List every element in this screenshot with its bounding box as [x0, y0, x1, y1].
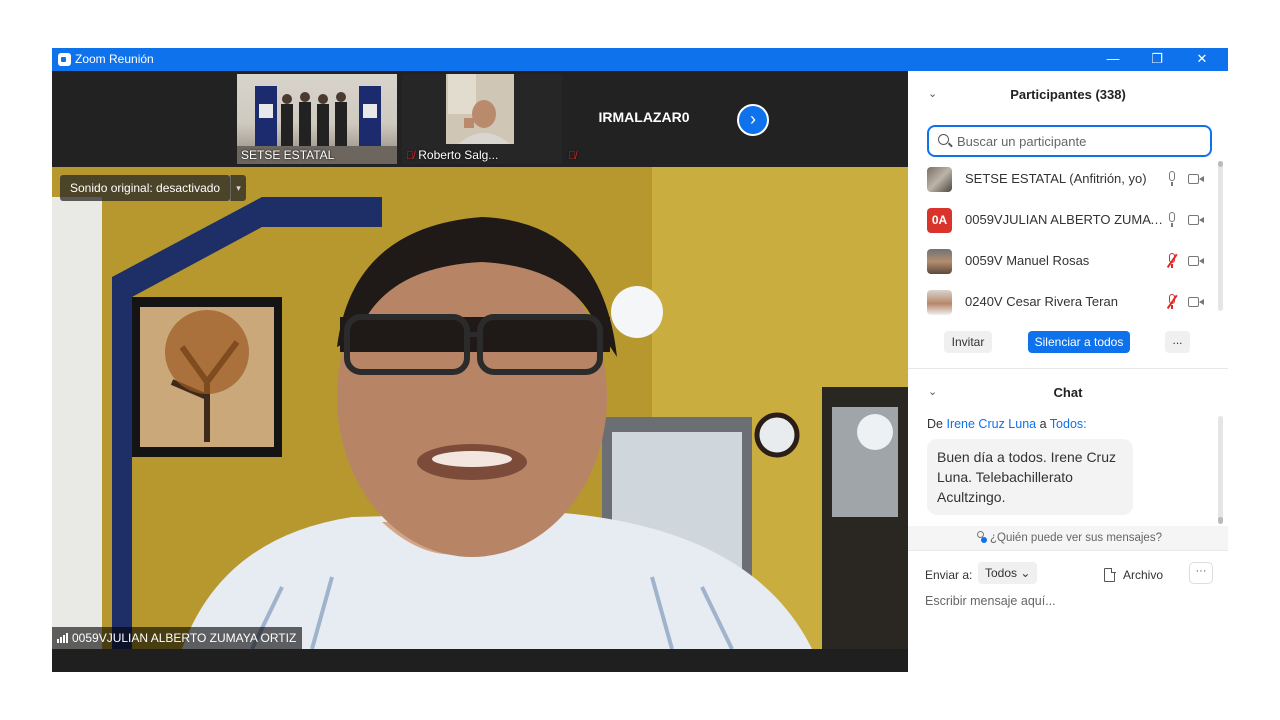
- divider: [908, 368, 1228, 369]
- title-bar: Zoom Reunión — ❐ ✕: [52, 48, 1228, 71]
- participant-row[interactable]: 0059V Manuel Rosas: [908, 241, 1218, 282]
- avatar: [927, 290, 952, 315]
- chat-message-bubble: Buen día a todos. Irene Cruz Luna. Teleb…: [927, 439, 1133, 515]
- tile-name: SETSE ESTATAL: [241, 148, 335, 162]
- participant-name: 0059VJULIAN ALBERTO ZUMAYA...: [965, 212, 1165, 227]
- video-camera-icon[interactable]: [1188, 296, 1204, 308]
- from-prefix: De: [927, 417, 943, 431]
- participant-search-input[interactable]: [955, 131, 1205, 151]
- original-sound-toggle[interactable]: Sonido original: desactivado: [60, 175, 231, 201]
- who-can-see-label: ¿Quién puede ver sus mensajes?: [990, 532, 1162, 544]
- muted-mic-icon: 🎙̸: [568, 150, 577, 162]
- participants-scrollbar[interactable]: [1218, 161, 1223, 311]
- file-icon: [1104, 567, 1116, 582]
- speaker-photo: [52, 167, 908, 649]
- muted-mic-icon: 🎙̸: [406, 150, 415, 162]
- recipient-name[interactable]: Todos: [1050, 417, 1083, 431]
- search-icon: [938, 134, 949, 145]
- zoom-window: Zoom Reunión — ❐ ✕ SETSE ESTATAL 🎙̸ Robe…: [52, 48, 1228, 672]
- video-footer: [52, 649, 908, 672]
- participant-search[interactable]: [927, 125, 1212, 157]
- original-sound-dropdown[interactable]: ▾: [230, 175, 246, 201]
- divider: [908, 550, 1228, 551]
- avatar: [927, 167, 952, 192]
- video-tile-roberto[interactable]: 🎙̸ Roberto Salg...: [402, 74, 562, 164]
- avatar-initials: 0A: [927, 208, 952, 233]
- video-tile-irmalazar[interactable]: IRMALAZAR0 🎙̸: [564, 74, 724, 164]
- tile-mute-row: 🎙̸: [568, 148, 580, 162]
- next-page-button[interactable]: ›: [737, 104, 769, 136]
- chat-message-input[interactable]: [923, 590, 1213, 612]
- close-button[interactable]: ✕: [1179, 48, 1225, 71]
- chat-message-header: De Irene Cruz Luna a Todos:: [927, 417, 1087, 431]
- participant-name: SETSE ESTATAL (Anfitrión, yo): [965, 171, 1147, 186]
- participant-name: 0240V Cesar Rivera Teran: [965, 294, 1118, 309]
- mute-all-button[interactable]: Silenciar a todos: [1028, 331, 1130, 353]
- participant-row[interactable]: 0240V Cesar Rivera Teran: [908, 282, 1218, 323]
- chat-scrollbar[interactable]: [1218, 416, 1223, 524]
- muted-mic-icon[interactable]: [1166, 253, 1178, 269]
- participant-name: 0059V Manuel Rosas: [965, 253, 1090, 268]
- participants-title: Participantes (338): [1010, 87, 1126, 102]
- tile-name-row: 🎙̸ Roberto Salg...: [406, 148, 498, 162]
- sender-name[interactable]: Irene Cruz Luna: [946, 417, 1036, 431]
- from-mid: a: [1039, 417, 1047, 431]
- video-camera-icon[interactable]: [1188, 255, 1204, 267]
- video-tile-setse-estatal[interactable]: SETSE ESTATAL: [237, 74, 397, 164]
- video-area: SETSE ESTATAL 🎙̸ Roberto Salg... IRMALAZA…: [52, 71, 908, 672]
- zoom-app-icon: [58, 53, 71, 66]
- chat-title: Chat: [1053, 385, 1083, 400]
- send-to-label: Enviar a:: [925, 568, 973, 582]
- chat-more-button[interactable]: ···: [1189, 562, 1213, 584]
- restore-button[interactable]: ❐: [1134, 48, 1180, 71]
- gallery-strip: SETSE ESTATAL 🎙̸ Roberto Salg... IRMALAZA…: [52, 71, 908, 167]
- who-can-see-messages[interactable]: ¿Quién puede ver sus mensajes?: [908, 526, 1228, 550]
- speaker-name: 0059VJULIAN ALBERTO ZUMAYA ORTIZ: [72, 631, 297, 645]
- video-camera-icon[interactable]: [1188, 214, 1204, 226]
- main-speaker-video: Sonido original: desactivado ▾ 0059VJULI…: [52, 167, 908, 649]
- speaker-name-label: 0059VJULIAN ALBERTO ZUMAYA ORTIZ: [52, 627, 303, 649]
- file-button[interactable]: Archivo: [1104, 566, 1163, 584]
- video-camera-icon[interactable]: [1188, 173, 1204, 185]
- from-suffix: :: [1083, 417, 1087, 431]
- mic-icon[interactable]: [1166, 212, 1178, 228]
- invite-button[interactable]: Invitar: [944, 331, 992, 353]
- file-label: Archivo: [1123, 568, 1164, 582]
- participant-row[interactable]: SETSE ESTATAL (Anfitrión, yo): [908, 159, 1218, 200]
- send-to-dropdown[interactable]: Todos ⌄: [978, 562, 1037, 584]
- user-visibility-icon: [974, 531, 988, 543]
- tile-name: Roberto Salg...: [418, 148, 499, 162]
- window-title: Zoom Reunión: [75, 52, 154, 66]
- avatar: [927, 249, 952, 274]
- participant-row[interactable]: 0A 0059VJULIAN ALBERTO ZUMAYA...: [908, 200, 1218, 241]
- participants-more-button[interactable]: ...: [1165, 331, 1190, 353]
- side-panel: ⌄ Participantes (338) SETSE ESTATAL (Anf…: [908, 71, 1228, 672]
- mic-icon[interactable]: [1166, 171, 1178, 187]
- muted-mic-icon[interactable]: [1166, 294, 1178, 310]
- minimize-button[interactable]: —: [1090, 48, 1136, 71]
- tile-name-center: IRMALAZAR0: [598, 109, 690, 125]
